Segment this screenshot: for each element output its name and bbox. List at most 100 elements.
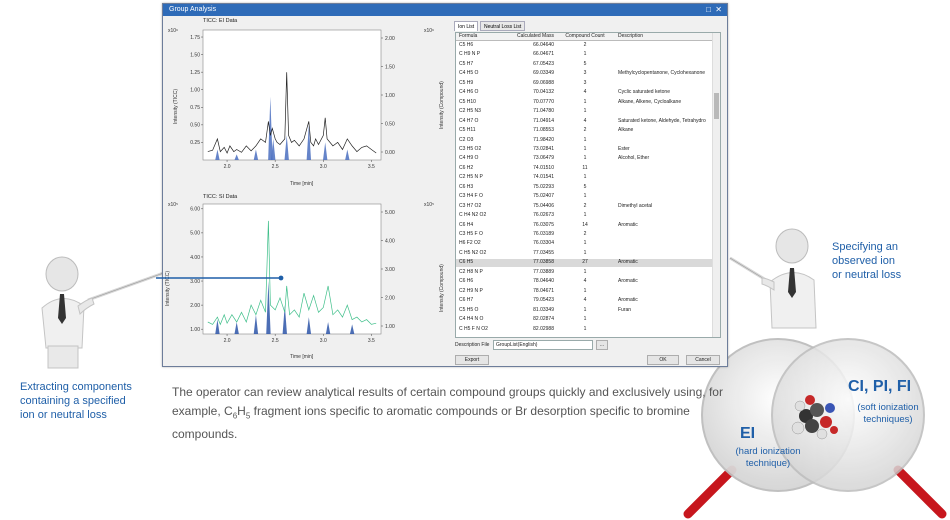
table-row[interactable]: C3 H7 O2 75.04406 2 Dimethyl acetal — [456, 203, 714, 210]
cell-formula: C4 H7 O — [459, 117, 479, 124]
table-scrollbar[interactable] — [712, 33, 720, 337]
table-row[interactable]: C5 H5 O 81.03349 1 Furan — [456, 307, 714, 314]
cell-formula: C6 H4 — [459, 221, 474, 228]
cell-description: Aromatic — [618, 221, 638, 228]
cell-compound-count: 1 — [583, 136, 587, 143]
ei-right-tick-label: 1.50 — [385, 64, 395, 70]
cell-compound-count: 1 — [583, 174, 587, 181]
soft-ionization-label: (soft ionization techniques) — [838, 402, 938, 426]
ei-x-tick-label: 2.0 — [224, 164, 231, 170]
cell-calculated-mass: 71.04914 — [533, 117, 554, 124]
tab-ion-list[interactable]: Ion List — [454, 21, 479, 31]
magnifier-handle-right — [893, 465, 947, 519]
table-row[interactable]: C4 H7 O 71.04914 4 Saturated ketone, Aldehy… — [456, 118, 714, 125]
table-row[interactable]: C2 O3 71.98420 1 — [456, 137, 714, 144]
cell-calculated-mass: 67.05423 — [533, 60, 554, 67]
cell-compound-count: 1 — [583, 268, 587, 275]
table-row[interactable]: C3 H5 F O 76.03189 2 — [456, 231, 714, 238]
ei-x-tick-label: 3.0 — [320, 164, 327, 170]
tab-neutral-loss-list[interactable]: Neutral Loss List — [480, 21, 526, 31]
table-row[interactable]: C3 H5 O2 73.02841 1 Ester — [456, 146, 714, 153]
cell-compound-count: 11 — [582, 164, 588, 171]
table-row[interactable]: C2 H8 N P 77.03889 1 — [456, 269, 714, 276]
specify-annotation: Specifying an observed ion or neutral lo… — [832, 240, 901, 282]
cell-calculated-mass: 71.98420 — [533, 136, 554, 143]
ei-right-tick-label: 1.00 — [385, 93, 395, 99]
ei-left-tick-label: 1.75 — [190, 35, 200, 41]
cell-formula: C6 H2 — [459, 164, 474, 171]
ei-chart[interactable]: 1.75 1.50 1.25 1.00 0.75 0.50 0.25 2.00 1.50 1.00… — [183, 26, 443, 182]
cell-formula: C3 H4 F O — [459, 193, 483, 200]
cell-compound-count: 1 — [583, 98, 587, 105]
hard-ionization-line-1: (hard ionization — [735, 446, 801, 457]
ion-list-table: Formula Calculated Mass Compound Count D… — [455, 32, 721, 338]
si-chart[interactable]: 6.00 5.00 4.00 3.00 2.00 1.00 5.00 4.00 3.00 2.00… — [183, 200, 443, 356]
cell-calculated-mass: 74.01510 — [533, 164, 554, 171]
maximize-icon[interactable]: □ — [706, 4, 711, 16]
header-description[interactable]: Description — [618, 33, 714, 40]
table-row[interactable]: C6 H3 75.02293 5 — [456, 184, 714, 191]
cell-formula: H6 F2 O2 — [459, 240, 481, 247]
table-row[interactable]: C5 H10 70.07770 1 Alkane, Alkene, Cycloalka… — [456, 99, 714, 106]
ei-plot-area — [202, 29, 382, 161]
cell-calculated-mass: 69.06988 — [533, 79, 554, 86]
cell-formula: C3 H7 O2 — [459, 202, 482, 209]
table-row[interactable]: C6 H2 74.01510 11 — [456, 165, 714, 172]
table-row[interactable]: C H9 N P 66.04671 1 — [456, 51, 714, 58]
table-row[interactable]: C5 H6 66.04640 2 — [456, 42, 714, 49]
cell-description: Aromatic — [618, 259, 638, 266]
cell-calculated-mass: 76.03075 — [533, 221, 554, 228]
table-row[interactable]: C2 H5 N3 71.04780 1 — [456, 108, 714, 115]
table-row[interactable]: C6 H5 77.03858 27 Aromatic — [456, 259, 714, 267]
close-icon[interactable]: ✕ — [715, 4, 722, 16]
ei-left-tick-label: 0.50 — [190, 123, 200, 129]
table-row[interactable]: C H4 N2 O2 76.02673 1 — [456, 212, 714, 219]
table-row[interactable]: C5 H9 69.06988 3 — [456, 80, 714, 87]
window-title: Group Analysis — [169, 6, 217, 13]
cell-compound-count: 1 — [583, 306, 587, 313]
cell-compound-count: 1 — [583, 287, 587, 294]
header-formula[interactable]: Formula — [459, 33, 519, 40]
table-row[interactable]: C6 H6 78.04640 4 Aromatic — [456, 278, 714, 285]
table-row[interactable]: C5 H11 71.08553 2 Alkane — [456, 127, 714, 134]
cell-compound-count: 1 — [583, 51, 587, 58]
table-row[interactable]: C4 H9 O 73.06479 1 Alcohol, Ether — [456, 155, 714, 162]
scrollbar-thumb[interactable] — [714, 93, 719, 119]
browse-button[interactable]: ... — [596, 340, 608, 350]
cell-formula: C6 H3 — [459, 183, 474, 190]
header-calculated-mass[interactable]: Calculated Mass — [512, 33, 554, 40]
table-row[interactable]: C H5 F N O2 82.02988 1 — [456, 326, 714, 333]
table-row[interactable]: C2 H9 N P 78.04671 1 — [456, 288, 714, 295]
table-row[interactable]: C2 H5 N P 74.01541 1 — [456, 174, 714, 181]
si-left-tick-label: 4.00 — [190, 255, 200, 261]
table-row[interactable]: C4 H4 N O 82.02874 1 — [456, 316, 714, 323]
description-file-input[interactable]: GroupList(English) — [493, 340, 593, 350]
table-row[interactable]: C H5 N2 O2 77.03455 1 — [456, 250, 714, 257]
cell-formula: C H9 N P — [459, 51, 481, 58]
cancel-button[interactable]: Cancel — [686, 355, 720, 365]
ei-right-tick-label: 0.50 — [385, 121, 395, 127]
cell-formula: C5 H5 O — [459, 306, 479, 313]
si-left-axis-label: Intensity (TICC) — [165, 270, 171, 306]
cell-formula: C2 H5 N P — [459, 174, 483, 181]
table-row[interactable]: C6 H4 76.03075 14 Aromatic — [456, 222, 714, 229]
table-row[interactable]: H6 F2 O2 76.03304 1 — [456, 240, 714, 247]
table-row[interactable]: C6 H7 79.05423 4 Aromatic — [456, 297, 714, 304]
header-compound-count[interactable]: Compound Count — [560, 33, 610, 40]
cell-compound-count: 2 — [583, 127, 587, 134]
si-left-tick-label: 1.00 — [190, 327, 200, 333]
ok-button[interactable]: OK — [647, 355, 679, 365]
si-left-tick-label: 3.00 — [190, 279, 200, 285]
cell-compound-count: 2 — [583, 231, 587, 237]
cell-formula: C H4 N2 O2 — [459, 212, 487, 219]
description-part-3: fragment ions specific to aromatic compo… — [172, 404, 690, 442]
extract-annotation-line-3: ion or neutral loss — [20, 409, 107, 421]
table-row[interactable]: C4 H6 O 70.04132 4 Cyclic saturated ketone — [456, 89, 714, 96]
table-row[interactable]: C5 H7 67.05423 5 — [456, 61, 714, 68]
export-button[interactable]: Export — [455, 355, 489, 365]
specify-annotation-line-3: or neutral loss — [832, 269, 902, 281]
table-row[interactable]: C3 H4 F O 75.02407 1 — [456, 193, 714, 200]
table-row[interactable]: C4 H5 O 69.03349 3 Methylcyclopentanone, Cy… — [456, 70, 714, 77]
description-file-label: Description File — [455, 342, 490, 348]
cell-calculated-mass: 76.02673 — [533, 212, 554, 219]
